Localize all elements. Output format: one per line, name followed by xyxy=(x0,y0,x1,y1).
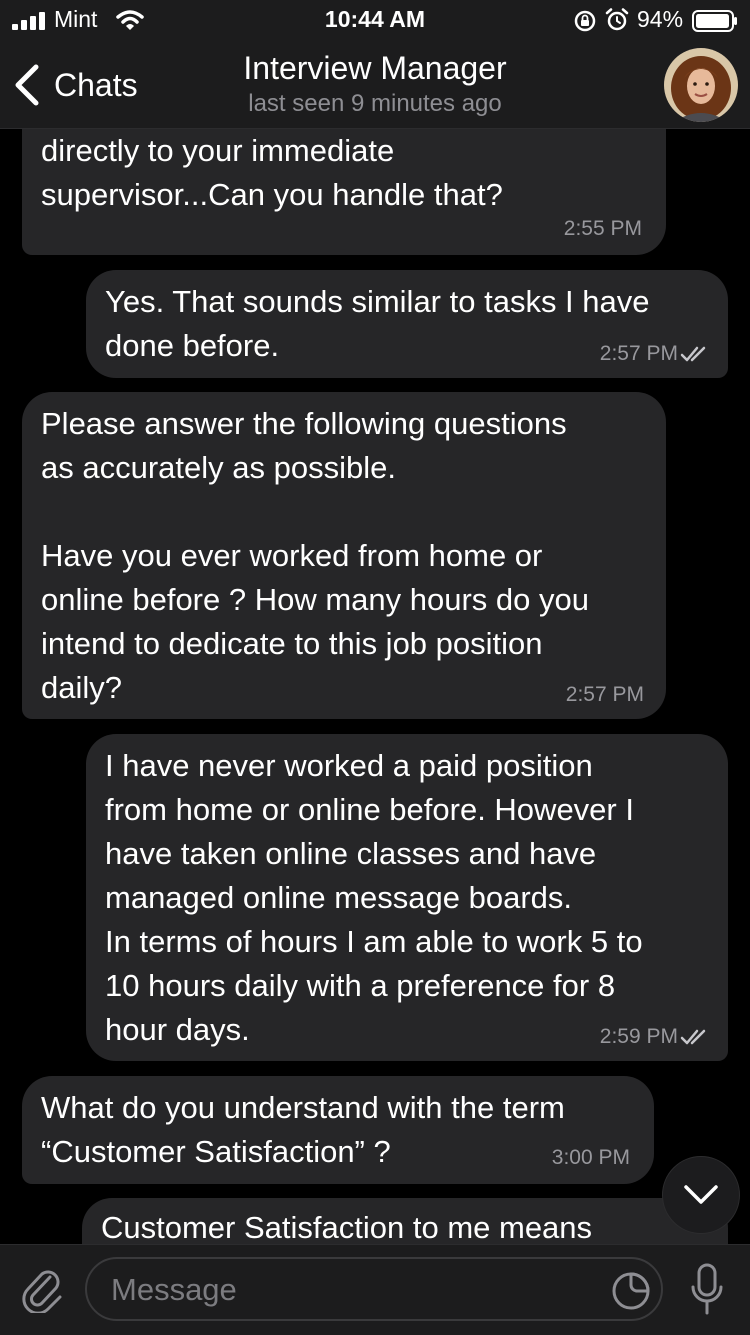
message-incoming[interactable]: directly to your immediate supervisor...… xyxy=(22,129,666,255)
last-seen-status: last seen 9 minutes ago xyxy=(248,90,502,117)
message-list[interactable]: directly to your immediate supervisor...… xyxy=(0,129,750,1244)
message-time: 2:57 PM xyxy=(599,342,678,365)
message-time: 3:00 PM xyxy=(551,1146,630,1169)
chat-title[interactable]: Interview Manager xyxy=(0,50,750,87)
orientation-lock-icon xyxy=(574,10,596,32)
double-check-icon xyxy=(680,1029,706,1045)
message-time: 2:55 PM xyxy=(563,217,642,240)
sticker-icon[interactable] xyxy=(611,1271,651,1311)
alarm-icon xyxy=(605,8,629,31)
battery-percent: 94% xyxy=(637,6,684,32)
message-outgoing[interactable]: Yes. That sounds similar to tasks I have… xyxy=(86,270,728,378)
avatar[interactable] xyxy=(664,48,738,122)
message-outgoing[interactable]: I have never worked a paid position from… xyxy=(86,734,728,1061)
message-text: What do you understand with the term “Cu… xyxy=(41,1090,565,1169)
message-incoming[interactable]: What do you understand with the term “Cu… xyxy=(22,1076,654,1184)
message-text: Customer Satisfaction to me means xyxy=(101,1210,593,1244)
scroll-to-bottom-button[interactable] xyxy=(662,1156,740,1234)
message-outgoing[interactable]: Customer Satisfaction to me means xyxy=(82,1198,728,1244)
paperclip-icon[interactable] xyxy=(20,1263,64,1313)
message-text: Yes. That sounds similar to tasks I have… xyxy=(105,284,650,363)
status-bar: Mint 10:44 AM 94% xyxy=(0,0,750,40)
chevron-down-icon xyxy=(684,1185,718,1204)
battery-icon xyxy=(692,10,737,32)
message-input[interactable] xyxy=(109,1259,593,1321)
message-incoming[interactable]: Please answer the following questions as… xyxy=(22,392,666,719)
chat-header: Chats Interview Manager last seen 9 minu… xyxy=(0,40,750,129)
message-text: Please answer the following questions as… xyxy=(41,406,589,705)
message-text: I have never worked a paid position from… xyxy=(105,748,643,1047)
double-check-icon xyxy=(680,346,706,362)
message-time: 2:59 PM xyxy=(599,1025,678,1048)
microphone-icon[interactable] xyxy=(690,1263,724,1317)
input-bar xyxy=(0,1244,750,1335)
message-field xyxy=(85,1257,663,1321)
message-time: 2:57 PM xyxy=(565,683,644,706)
message-text: directly to your immediate supervisor...… xyxy=(41,133,503,212)
